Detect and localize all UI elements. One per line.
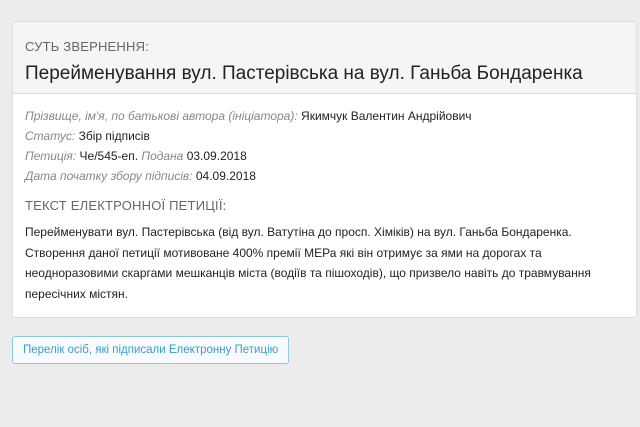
petition-text-paragraph-1: Перейменувати вул. Пастерівська (від вул… (25, 225, 572, 239)
petition-text-paragraph-2: Створення даної петиції мотивоване 400% … (25, 245, 591, 301)
submitted-label: Подана (141, 149, 184, 163)
start-date-label: Дата початку збору підписів: (25, 169, 193, 183)
petition-heading: СУТЬ ЗВЕРНЕННЯ: Перейменування вул. Паст… (13, 22, 636, 94)
status-label: Статус: (25, 129, 76, 143)
start-date-value: 04.09.2018 (195, 169, 256, 183)
start-date-row: Дата початку збору підписів: 04.09.2018 (25, 166, 624, 186)
heading-label: СУТЬ ЗВЕРНЕННЯ: (25, 39, 149, 54)
signers-list-button[interactable]: Перелік осіб, які підписали Електронну П… (12, 336, 290, 364)
author-value: Якимчук Валентин Андрійович (301, 109, 472, 123)
petition-panel: СУТЬ ЗВЕРНЕННЯ: Перейменування вул. Паст… (12, 21, 637, 318)
author-label: Прізвище, ім'я, по батькові автора (ініц… (25, 109, 298, 123)
petition-text-title: ТЕКСТ ЕЛЕКТРОННОЇ ПЕТИЦІЇ: (25, 198, 227, 213)
petition-number-value: Че/545-еп. (79, 149, 139, 163)
status-value: Збір підписів (78, 129, 150, 143)
submitted-value: 03.09.2018 (186, 149, 247, 163)
page: СУТЬ ЗВЕРНЕННЯ: Перейменування вул. Паст… (0, 0, 640, 427)
author-row: Прізвище, ім'я, по батькові автора (ініц… (25, 106, 624, 126)
petition-text: Перейменувати вул. Пастерівська (від вул… (25, 222, 624, 304)
petition-number-label: Петиція: (25, 149, 77, 163)
petition-number-row: Петиція: Че/545-еп. Подана 03.09.2018 (25, 146, 624, 166)
status-row: Статус: Збір підписів (25, 126, 624, 146)
petition-title: Перейменування вул. Пастерівська на вул.… (25, 63, 583, 84)
petition-body: Прізвище, ім'я, по батькові автора (ініц… (13, 94, 636, 304)
